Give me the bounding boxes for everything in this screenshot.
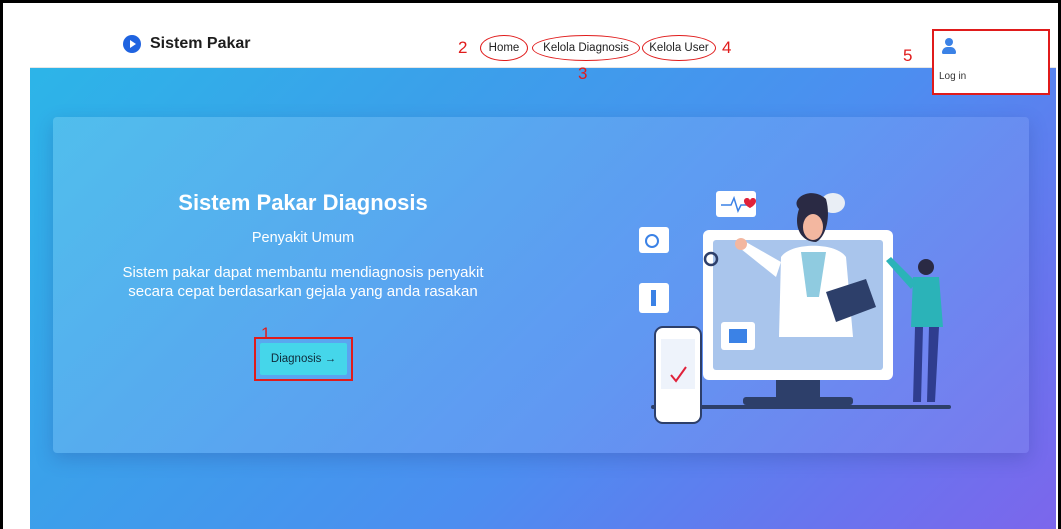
diagnosis-button[interactable]: Diagnosis → — [260, 343, 347, 375]
brand[interactable]: Sistem Pakar — [123, 35, 251, 53]
nav-link-home[interactable]: Home — [480, 35, 528, 61]
nav-link-kelola-diagnosis[interactable]: Kelola Diagnosis — [532, 35, 640, 61]
annotation-4: 4 — [722, 38, 732, 57]
annotation-2: 2 — [458, 38, 468, 57]
phone-screen — [661, 339, 695, 389]
stethoscope-card — [639, 227, 669, 253]
top-navbar: Sistem Pakar 2 Home Kelola Diagnosis Kel… — [30, 21, 1056, 83]
hero-subtitle: Penyakit Umum — [251, 230, 355, 246]
patient-legs — [913, 327, 939, 402]
patient-head — [918, 259, 934, 275]
screenshot-frame: Sistem Pakar 2 Home Kelola Diagnosis Kel… — [0, 0, 1061, 529]
patient-shirt — [911, 277, 943, 327]
login-menu-item[interactable]: Log in — [939, 71, 966, 82]
app-window: Sistem Pakar 2 Home Kelola Diagnosis Kel… — [30, 21, 1056, 529]
annotation-3: 3 — [578, 64, 588, 83]
nav-link-kelola-user[interactable]: Kelola User — [642, 35, 716, 61]
doctor-face — [803, 214, 823, 240]
user-dropdown: Log in — [932, 29, 1050, 95]
doctor-illustration — [639, 191, 951, 424]
brand-play-icon — [123, 35, 141, 53]
doctor-hand — [735, 238, 747, 250]
brand-name: Sistem Pakar — [150, 35, 251, 52]
diagnosis-button-highlight: Diagnosis → — [254, 337, 353, 381]
medical-folder-icon — [729, 329, 747, 343]
monitor-base — [743, 397, 853, 405]
hero-title: Sistem Pakar Diagnosis — [178, 190, 428, 215]
user-avatar-icon[interactable] — [940, 37, 958, 55]
annotation-5: 5 — [903, 46, 913, 65]
microscope-icon — [651, 290, 656, 306]
hero-description: Sistem pakar dapat membantu mendiagnosis… — [122, 264, 484, 300]
hero-card: Sistem Pakar Diagnosis Penyakit Umum Sis… — [53, 117, 1029, 453]
